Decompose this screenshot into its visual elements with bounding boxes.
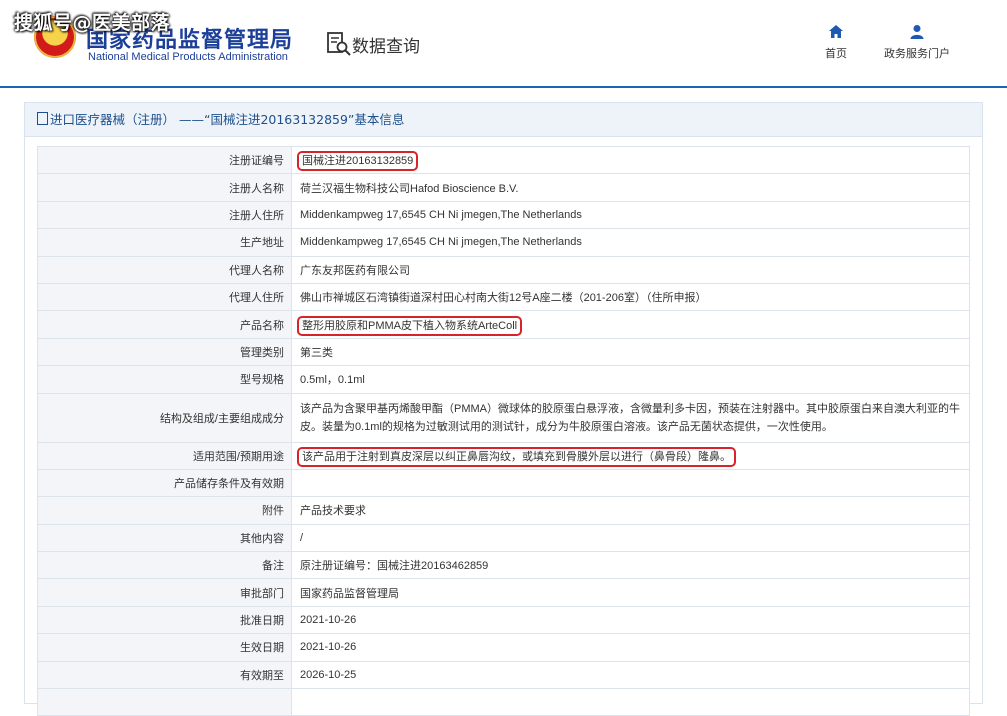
row-label: 注册证编号	[37, 145, 292, 175]
row-label: 产品储存条件及有效期	[37, 468, 292, 498]
table-row: 注册人住所 Middenkampweg 17,6545 CH Ni jmegen,…	[37, 200, 970, 230]
table-row: 结构及组成/主要组成成分 该产品为含聚甲基丙烯酸甲酯（PMMA）微球体的胶原蛋白悬…	[37, 392, 970, 443]
row-label: 注册人名称	[37, 173, 292, 202]
row-value: 该产品用于注射到真皮深层以纠正鼻唇沟纹，或填充到骨膜外层以进行（鼻骨段）隆鼻。	[291, 441, 970, 470]
panel-title: 进口医疗器械（注册） ——“国械注进20163132859”基本信息	[50, 112, 405, 127]
row-label: 产品名称	[37, 310, 292, 339]
user-icon	[910, 25, 924, 39]
row-value: 整形用胶原和PMMA皮下植入物系统ArteColl	[291, 310, 970, 339]
row-value: 产品技术要求	[291, 496, 970, 525]
row-value: 国家药品监督管理局	[291, 578, 970, 607]
table-row: 其他内容 /	[37, 523, 970, 553]
row-label: 审批部门	[37, 578, 292, 607]
table-row: 批准日期 2021-10-26	[37, 605, 970, 635]
table-row: 适用范围/预期用途 该产品用于注射到真皮深层以纠正鼻唇沟纹，或填充到骨膜外层以进行…	[37, 441, 970, 470]
row-label: 代理人名称	[37, 255, 292, 284]
row-label: 代理人住所	[37, 282, 292, 312]
row-label	[37, 688, 292, 716]
table-row	[37, 688, 970, 716]
panel-header: 进口医疗器械（注册） ——“国械注进20163132859”基本信息	[25, 103, 982, 137]
table-row: 型号规格 0.5ml，0.1ml	[37, 365, 970, 394]
row-value: 0.5ml，0.1ml	[291, 365, 970, 394]
row-value: 原注册证编号：国械注进20163462859	[291, 551, 970, 580]
row-label: 结构及组成/主要组成成分	[37, 392, 292, 443]
row-label: 其他内容	[37, 523, 292, 553]
row-label: 批准日期	[37, 605, 292, 635]
highlighted-value: 整形用胶原和PMMA皮下植入物系统ArteColl	[296, 315, 523, 336]
document-icon	[37, 112, 48, 125]
table-row: 审批部门 国家药品监督管理局	[37, 578, 970, 607]
detail-panel: 进口医疗器械（注册） ——“国械注进20163132859”基本信息 注册证编号…	[24, 102, 983, 716]
home-icon	[829, 25, 843, 38]
table-row: 代理人住所 佛山市禅城区石湾镇街道深村田心村南大街12号A座二楼（201-206室…	[37, 282, 970, 312]
nav-home[interactable]: 首页	[818, 24, 854, 61]
row-value: 佛山市禅城区石湾镇街道深村田心村南大街12号A座二楼（201-206室）（住所申…	[291, 282, 970, 312]
row-label: 生产地址	[37, 228, 292, 257]
agency-name-en: National Medical Products Administration	[88, 51, 288, 63]
row-value: Middenkampweg 17,6545 CH Ni jmegen,The N…	[291, 228, 970, 257]
highlighted-value: 国械注进20163132859	[296, 151, 419, 172]
row-label: 注册人住所	[37, 200, 292, 230]
table-row: 附件 产品技术要求	[37, 496, 970, 525]
nav-home-label: 首页	[825, 47, 847, 60]
row-label: 附件	[37, 496, 292, 525]
highlighted-value: 该产品用于注射到真皮深层以纠正鼻唇沟纹，或填充到骨膜外层以进行（鼻骨段）隆鼻。	[297, 446, 736, 467]
table-row: 代理人名称 广东友邦医药有限公司	[37, 255, 970, 284]
row-value: Middenkampweg 17,6545 CH Ni jmegen,The N…	[291, 200, 970, 230]
table-row: 注册人名称 荷兰汉福生物科技公司Hafod Bioscience B.V.	[37, 173, 970, 202]
row-value: 国械注进20163132859	[291, 145, 970, 175]
info-table: 注册证编号 国械注进20163132859 注册人名称 荷兰汉福生物科技公司Hafod…	[37, 145, 970, 716]
row-value: /	[291, 523, 970, 553]
table-row: 有效期至 2026-10-25	[37, 660, 970, 690]
data-query-title: 数据查询	[352, 37, 420, 57]
row-label: 适用范围/预期用途	[37, 441, 292, 470]
row-label: 备注	[37, 551, 292, 580]
table-row: 备注 原注册证编号：国械注进20163462859	[37, 551, 970, 580]
table-row: 注册证编号 国械注进20163132859	[37, 145, 970, 175]
table-row: 生效日期 2021-10-26	[37, 633, 970, 662]
row-value: 第三类	[291, 337, 970, 367]
table-row: 管理类别 第三类	[37, 337, 970, 367]
row-label: 管理类别	[37, 337, 292, 367]
table-row: 生产地址 Middenkampweg 17,6545 CH Ni jmegen,T…	[37, 228, 970, 257]
row-value: 广东友邦医药有限公司	[291, 255, 970, 284]
table-row: 产品名称 整形用胶原和PMMA皮下植入物系统ArteColl	[37, 310, 970, 339]
row-value: 2026-10-25	[291, 660, 970, 690]
row-value	[291, 688, 970, 716]
header-divider	[0, 86, 1007, 88]
table-row: 产品储存条件及有效期	[37, 468, 970, 498]
nav-gov-label: 政务服务门户	[884, 47, 950, 60]
row-value	[291, 468, 970, 498]
watermark: 搜狐号@医美部落	[14, 12, 171, 34]
row-label: 有效期至	[37, 660, 292, 690]
row-label: 生效日期	[37, 633, 292, 662]
row-value: 2021-10-26	[291, 633, 970, 662]
row-label: 型号规格	[37, 365, 292, 394]
data-query-icon	[327, 32, 351, 56]
row-value: 荷兰汉福生物科技公司Hafod Bioscience B.V.	[291, 173, 970, 202]
row-value: 2021-10-26	[291, 605, 970, 635]
nav-gov-service-portal[interactable]: 政务服务门户	[876, 24, 958, 61]
row-value: 该产品为含聚甲基丙烯酸甲酯（PMMA）微球体的胶原蛋白悬浮液，含微量利多卡因，预…	[291, 392, 970, 443]
